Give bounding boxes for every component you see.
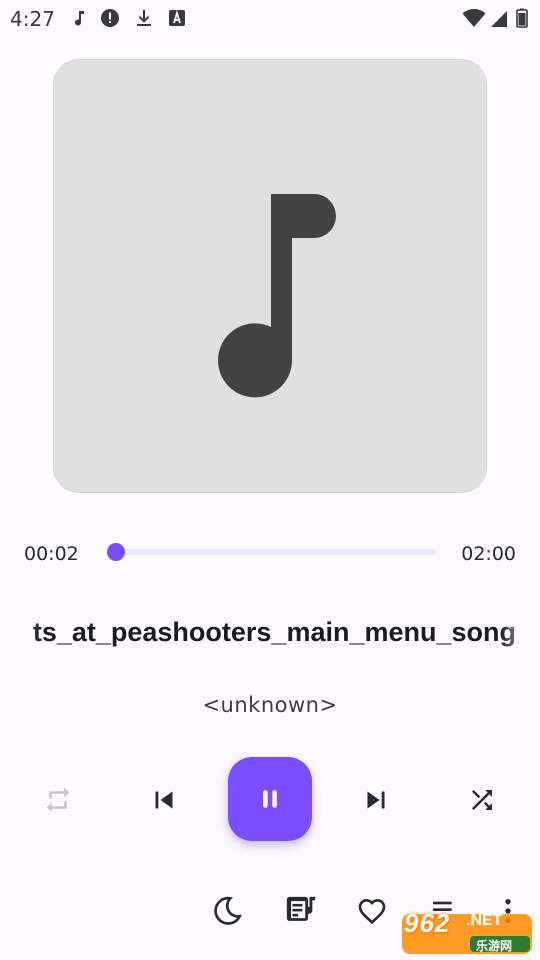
play-pause-button[interactable] xyxy=(228,757,312,841)
artist-name: <unknown> xyxy=(202,693,338,717)
favorite-icon xyxy=(358,898,386,925)
battery-icon xyxy=(516,8,528,28)
music-note-icon xyxy=(218,194,336,398)
signal-icon xyxy=(491,11,507,27)
sleep-timer-icon xyxy=(214,896,242,925)
shuffle-icon xyxy=(472,790,492,810)
favorite-button[interactable] xyxy=(354,893,390,929)
next-button[interactable] xyxy=(356,780,396,820)
watermark-main: 962 xyxy=(404,908,451,938)
repeat-icon xyxy=(46,787,70,813)
shuffle-button[interactable] xyxy=(464,782,500,818)
song-title: ts_at_peashooters_main_menu_song xyxy=(32,617,516,647)
pause-icon xyxy=(263,790,277,808)
watermark-suffix: .NET xyxy=(466,912,503,929)
song-title-marquee: ts_at_peashooters_main_menu_song xyxy=(0,614,540,654)
album-art[interactable] xyxy=(53,59,487,493)
seek-bar[interactable] xyxy=(106,543,436,561)
status-time: 4:27 xyxy=(10,7,55,31)
seek-bar-thumb[interactable] xyxy=(106,543,125,561)
elapsed-time: 00:02 xyxy=(24,543,79,565)
music-note-icon xyxy=(75,11,84,26)
download-icon xyxy=(137,10,151,26)
repeat-button[interactable] xyxy=(40,782,76,818)
lyrics-button[interactable] xyxy=(283,893,319,929)
alert-circle-icon xyxy=(101,9,119,27)
font-a-icon xyxy=(169,9,185,26)
watermark-sub: 乐游网 xyxy=(476,939,513,953)
sleep-timer-button[interactable] xyxy=(209,893,245,929)
skip-next-icon xyxy=(367,791,385,809)
lyrics-icon xyxy=(286,896,316,921)
wifi-icon xyxy=(462,9,486,27)
total-time: 02:00 xyxy=(461,543,516,565)
skip-previous-icon xyxy=(155,791,173,809)
previous-button[interactable] xyxy=(144,780,184,820)
status-bar: 4:27 xyxy=(0,0,540,36)
